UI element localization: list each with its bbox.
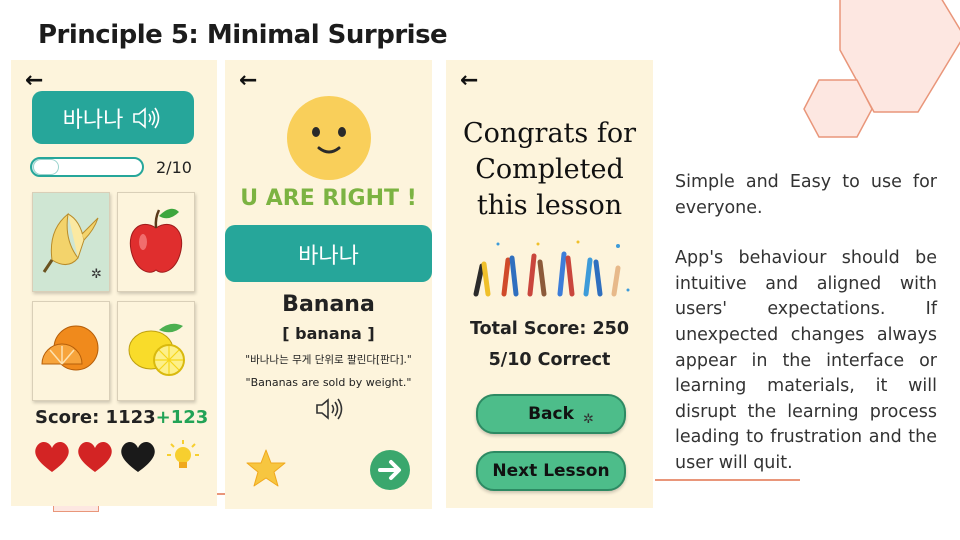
word-label: 바나나 bbox=[62, 107, 124, 133]
smiley-face-icon bbox=[287, 96, 371, 180]
example-english: "Bananas are sold by weight." bbox=[245, 376, 412, 389]
back-button[interactable]: Back bbox=[476, 394, 626, 434]
star-favorite-icon[interactable] bbox=[245, 448, 287, 488]
heart-icon bbox=[78, 442, 112, 472]
progress-bar: 20% bbox=[30, 157, 144, 177]
heart-empty-icon bbox=[121, 442, 155, 472]
score-bonus: +123 bbox=[155, 407, 209, 428]
speaker-icon bbox=[133, 106, 160, 129]
next-lesson-label: Next Lesson bbox=[492, 461, 610, 481]
orange-icon bbox=[41, 325, 99, 371]
lightbulb-hint-icon[interactable] bbox=[163, 438, 203, 478]
decorative-hexagon-small bbox=[803, 79, 873, 138]
description-paragraph-1: Simple and Easy to use for everyone. bbox=[675, 172, 937, 218]
lemon-card[interactable] bbox=[117, 301, 195, 401]
heart-icon bbox=[35, 442, 69, 472]
back-arrow-icon[interactable]: ← bbox=[239, 70, 257, 92]
correct-count-text: 5/10 Correct bbox=[488, 350, 611, 370]
principle-description: Simple and Easy to use for everyone. App… bbox=[675, 170, 937, 502]
score-label: Score: 1123 bbox=[35, 407, 156, 428]
speaker-icon[interactable] bbox=[314, 396, 346, 422]
next-arrow-button[interactable] bbox=[369, 449, 411, 491]
slide-title: Principle 5: Minimal Surprise bbox=[38, 20, 448, 50]
celebration-hands-illustration bbox=[473, 240, 630, 297]
word-audio-button[interactable]: 바나나 bbox=[32, 91, 194, 144]
lemon-icon bbox=[128, 323, 185, 376]
translation-text: Banana bbox=[282, 292, 375, 317]
example-korean: "바나나는 무게 단위로 팔린다[판다]." bbox=[245, 354, 412, 366]
orange-card[interactable] bbox=[32, 301, 110, 401]
score-text: Score: 1123+123 bbox=[35, 407, 208, 428]
feedback-text: U ARE RIGHT ! bbox=[240, 186, 417, 211]
progress-count: 2/10 bbox=[156, 158, 192, 177]
answer-word-banner: 바나나 bbox=[225, 225, 432, 282]
answer-word: 바나나 bbox=[298, 243, 359, 269]
progress-knob bbox=[33, 159, 59, 175]
apple-icon bbox=[129, 208, 183, 273]
congrats-line-1: Congrats for bbox=[462, 118, 637, 149]
banana-card[interactable]: ✲ bbox=[32, 192, 110, 292]
answer-screen: ← U ARE RIGHT ! 바나나 Banana [ banana ] "바… bbox=[225, 60, 432, 509]
decorative-tab bbox=[53, 505, 99, 512]
congrats-text: Congrats for Completed this lesson bbox=[446, 116, 653, 224]
back-arrow-icon[interactable]: ← bbox=[460, 70, 478, 92]
cursor-icon: ✲ bbox=[583, 412, 594, 427]
congrats-line-2: Completed bbox=[475, 154, 624, 185]
pronunciation-text: [ banana ] bbox=[282, 324, 375, 343]
apple-card[interactable] bbox=[117, 192, 195, 292]
cursor-icon: ✲ bbox=[91, 267, 102, 282]
description-paragraph-2: App's behaviour should be intuitive and … bbox=[675, 248, 937, 473]
back-button-label: Back bbox=[528, 404, 574, 424]
congrats-line-3: this lesson bbox=[476, 190, 623, 221]
lesson-complete-screen: ← Congrats for Completed this lesson Tot… bbox=[446, 60, 653, 508]
back-arrow-icon[interactable]: ← bbox=[25, 70, 43, 92]
total-score-text: Total Score: 250 bbox=[469, 319, 630, 339]
progress-percent: 20% bbox=[115, 161, 138, 172]
next-lesson-button[interactable]: Next Lesson bbox=[476, 451, 626, 491]
quiz-screen: ← 바나나 20% 2/10 ✲ Score: 1123+123 bbox=[11, 60, 217, 506]
